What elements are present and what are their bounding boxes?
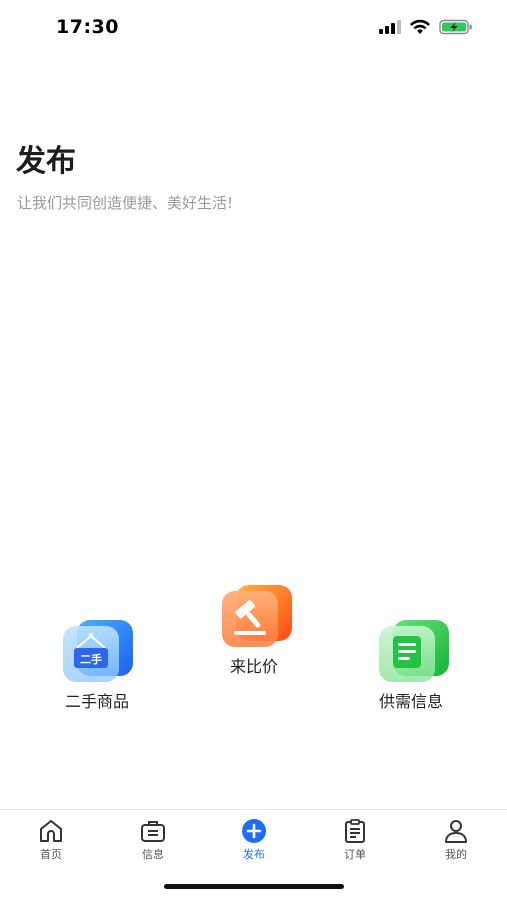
publish-supply-demand-button[interactable]: 供需信息 bbox=[341, 618, 481, 712]
clipboard-icon bbox=[345, 819, 365, 843]
tab-orders[interactable]: 订单 bbox=[315, 818, 395, 862]
tab-info-label: 信息 bbox=[142, 848, 164, 861]
tab-publish-label: 发布 bbox=[243, 848, 265, 861]
wifi-icon bbox=[410, 19, 430, 34]
tab-mine-label: 我的 bbox=[445, 848, 467, 861]
page-subtitle: 让我们共同创造便捷、美好生活! bbox=[17, 194, 234, 212]
status-time: 17:30 bbox=[56, 16, 119, 38]
tab-orders-label: 订单 bbox=[344, 848, 366, 861]
info-bag-icon bbox=[141, 821, 165, 842]
tab-home[interactable]: 首页 bbox=[11, 818, 91, 862]
tab-mine[interactable]: 我的 bbox=[416, 818, 496, 862]
battery-charging-icon bbox=[439, 19, 472, 35]
home-icon bbox=[40, 820, 62, 842]
status-icons bbox=[379, 19, 473, 35]
auction-hammer-icon bbox=[214, 583, 294, 647]
status-bar: 17:30 bbox=[0, 0, 507, 56]
publish-supply-demand-label: 供需信息 bbox=[378, 692, 443, 711]
tab-publish[interactable]: 发布 bbox=[214, 818, 294, 862]
home-indicator bbox=[164, 884, 344, 889]
tab-info[interactable]: 信息 bbox=[113, 818, 193, 862]
second-hand-sign-icon: 二手 bbox=[57, 618, 137, 682]
publish-second-hand-button[interactable]: 二手 二手商品 bbox=[27, 618, 167, 712]
user-icon bbox=[445, 820, 467, 843]
page-title: 发布 bbox=[16, 144, 76, 179]
document-list-icon bbox=[371, 618, 451, 682]
publish-price-compare-label: 来比价 bbox=[229, 657, 278, 676]
tab-home-label: 首页 bbox=[40, 848, 62, 861]
signal-icon bbox=[379, 20, 401, 34]
plus-circle-icon bbox=[242, 819, 266, 843]
second-hand-badge-text: 二手 bbox=[80, 652, 102, 666]
publish-price-compare-button[interactable]: 来比价 bbox=[184, 583, 324, 677]
publish-second-hand-label: 二手商品 bbox=[64, 692, 129, 711]
